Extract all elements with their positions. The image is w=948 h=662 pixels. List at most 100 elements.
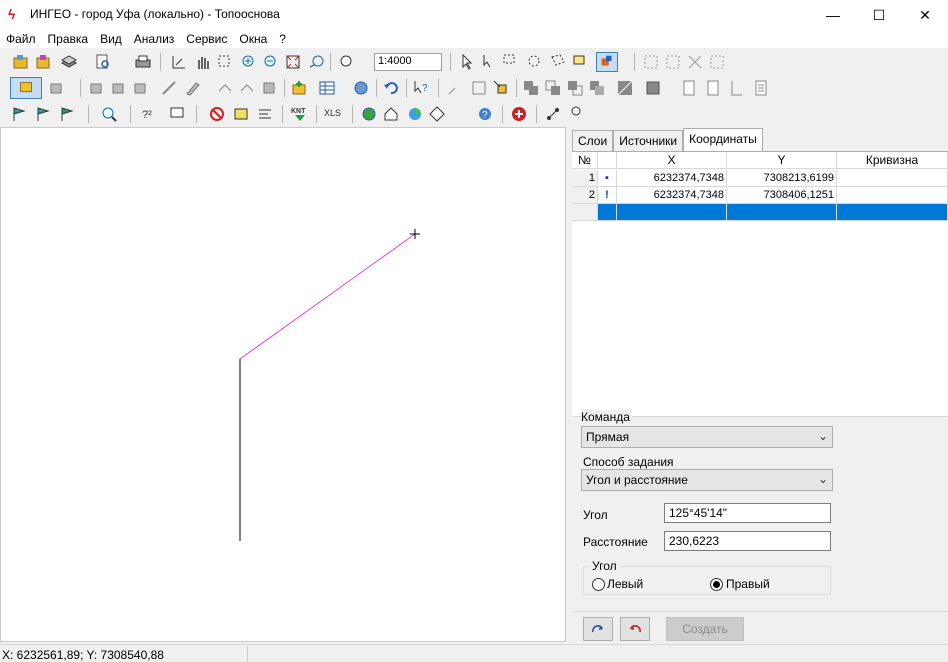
zoom-out-icon[interactable] bbox=[262, 53, 280, 71]
union-icon[interactable] bbox=[522, 79, 540, 97]
label-tool-icon[interactable] bbox=[256, 105, 274, 123]
column-header-marker[interactable] bbox=[598, 152, 617, 169]
edit-object-icon[interactable] bbox=[10, 77, 42, 99]
forbidden-icon[interactable] bbox=[208, 105, 226, 123]
create-button[interactable]: Создать bbox=[666, 617, 744, 641]
split-line-icon[interactable] bbox=[160, 79, 178, 97]
help-pointer-icon[interactable]: ? bbox=[412, 79, 430, 97]
zoom-scale-icon[interactable] bbox=[338, 53, 356, 71]
vertex-tool-3-icon[interactable] bbox=[260, 79, 278, 97]
table-row-new[interactable] bbox=[572, 204, 948, 221]
note-icon[interactable] bbox=[232, 105, 250, 123]
layers-folder-icon[interactable] bbox=[34, 53, 52, 71]
radio-right[interactable] bbox=[710, 578, 723, 591]
minimize-button[interactable]: — bbox=[810, 0, 856, 30]
grid-tool-2-icon[interactable] bbox=[664, 53, 682, 71]
node-tool-icon[interactable] bbox=[446, 79, 464, 97]
cell-marker-selected[interactable] bbox=[598, 204, 617, 221]
radio-left-label[interactable]: Левый bbox=[607, 577, 643, 591]
pie-tool-icon[interactable] bbox=[406, 105, 424, 123]
cell-curvature[interactable] bbox=[837, 170, 948, 187]
select-pointer-icon[interactable] bbox=[458, 53, 476, 71]
info-tool-icon[interactable] bbox=[168, 105, 186, 123]
cell-y-selected[interactable] bbox=[727, 204, 837, 221]
doc-tool-3-icon[interactable] bbox=[728, 79, 746, 97]
zoom-window-icon[interactable] bbox=[216, 53, 234, 71]
print-preview-icon[interactable] bbox=[94, 53, 112, 71]
rotate-object-icon[interactable] bbox=[110, 79, 128, 97]
flag-tool-2-icon[interactable] bbox=[34, 105, 52, 123]
select-rectangle-icon[interactable] bbox=[502, 53, 520, 71]
menu-help[interactable]: ? bbox=[273, 30, 292, 48]
semantic-icon[interactable] bbox=[352, 79, 370, 97]
undo-icon[interactable] bbox=[382, 79, 400, 97]
printer-icon[interactable] bbox=[134, 53, 152, 71]
zoom-all-icon[interactable] bbox=[284, 53, 302, 71]
xor-icon[interactable] bbox=[588, 79, 606, 97]
add-plugin-icon[interactable] bbox=[510, 105, 528, 123]
vertex-tool-2-icon[interactable] bbox=[238, 79, 256, 97]
tab-sources[interactable]: Источники bbox=[613, 130, 684, 151]
help-icon[interactable]: ? bbox=[476, 105, 494, 123]
undo-button[interactable] bbox=[620, 617, 650, 641]
column-header-curvature[interactable]: Кривизна bbox=[837, 152, 948, 169]
add-object-icon[interactable] bbox=[290, 79, 308, 97]
globe-icon[interactable] bbox=[360, 105, 378, 123]
coordinates-grid[interactable]: № X Y Кривизна 1 ▪ 6232374,7348 7308213,… bbox=[572, 151, 948, 416]
inspect-tool-icon[interactable] bbox=[566, 105, 584, 123]
menu-view[interactable]: Вид bbox=[94, 30, 128, 48]
select-query-icon[interactable] bbox=[480, 53, 498, 71]
home-search-icon[interactable] bbox=[382, 105, 400, 123]
method-select[interactable]: Угол и расстояние ⌄ bbox=[581, 469, 833, 491]
doc-tool-2-icon[interactable] bbox=[704, 79, 722, 97]
color-fill-icon[interactable] bbox=[596, 52, 618, 72]
node-tool-2-icon[interactable] bbox=[470, 79, 488, 97]
open-folder-icon[interactable] bbox=[12, 53, 30, 71]
intersect-icon[interactable] bbox=[544, 79, 562, 97]
move-object-icon[interactable] bbox=[88, 79, 106, 97]
tab-layers[interactable]: Слои bbox=[572, 130, 614, 151]
flag-tool-icon[interactable] bbox=[10, 105, 28, 123]
table-row[interactable]: 1 ▪ 6232374,7348 7308213,6199 bbox=[572, 170, 948, 187]
redo-button[interactable] bbox=[583, 617, 613, 641]
frame-icon[interactable] bbox=[644, 79, 662, 97]
knt-export-icon[interactable]: KNT bbox=[290, 105, 310, 123]
flag-tool-3-icon[interactable] bbox=[58, 105, 76, 123]
subtract-icon[interactable] bbox=[566, 79, 584, 97]
zoom-in-icon[interactable] bbox=[240, 53, 258, 71]
radio-right-label[interactable]: Правый bbox=[726, 577, 770, 591]
menu-service[interactable]: Сервис bbox=[180, 30, 233, 48]
stack-icon[interactable] bbox=[60, 53, 78, 71]
hatch-icon[interactable] bbox=[616, 79, 634, 97]
search-icon[interactable] bbox=[100, 105, 118, 123]
grid-tool-3-icon[interactable] bbox=[686, 53, 704, 71]
cell-x[interactable]: 6232374,7348 bbox=[617, 187, 727, 204]
menu-file[interactable]: Файл bbox=[0, 30, 42, 48]
cell-y[interactable]: 7308406,1251 bbox=[727, 187, 837, 204]
command-select[interactable]: Прямая ⌄ bbox=[581, 426, 833, 448]
cell-curvature[interactable] bbox=[837, 187, 948, 204]
maximize-button[interactable]: ☐ bbox=[856, 0, 902, 30]
angle-input[interactable]: 125°45'14" bbox=[664, 503, 831, 523]
grid-tool-icon[interactable] bbox=[642, 53, 660, 71]
diamond-nav-icon[interactable] bbox=[428, 105, 446, 123]
xls-export-label[interactable]: XLS bbox=[324, 108, 341, 118]
zoom-previous-icon[interactable] bbox=[308, 53, 326, 71]
table-icon[interactable] bbox=[318, 79, 336, 97]
edit-copy-icon[interactable] bbox=[48, 79, 66, 97]
scale-input[interactable]: 1:4000 bbox=[374, 53, 442, 71]
radio-left[interactable] bbox=[592, 578, 605, 591]
select-circle-icon[interactable] bbox=[526, 53, 544, 71]
pan-hand-icon[interactable] bbox=[194, 53, 212, 71]
map-canvas[interactable] bbox=[0, 127, 566, 642]
column-header-number[interactable]: № bbox=[572, 152, 598, 169]
doc-tool-4-icon[interactable] bbox=[752, 79, 770, 97]
cell-x[interactable]: 6232374,7348 bbox=[617, 170, 727, 187]
pencil-edit-icon[interactable] bbox=[184, 79, 202, 97]
column-header-y[interactable]: Y bbox=[727, 152, 837, 169]
cell-curvature-selected[interactable] bbox=[837, 204, 948, 221]
query-icon[interactable]: ?² bbox=[140, 105, 158, 123]
menu-edit[interactable]: Правка bbox=[42, 30, 95, 48]
zoom-extent-icon[interactable] bbox=[170, 53, 188, 71]
vertex-tool-icon[interactable] bbox=[216, 79, 234, 97]
